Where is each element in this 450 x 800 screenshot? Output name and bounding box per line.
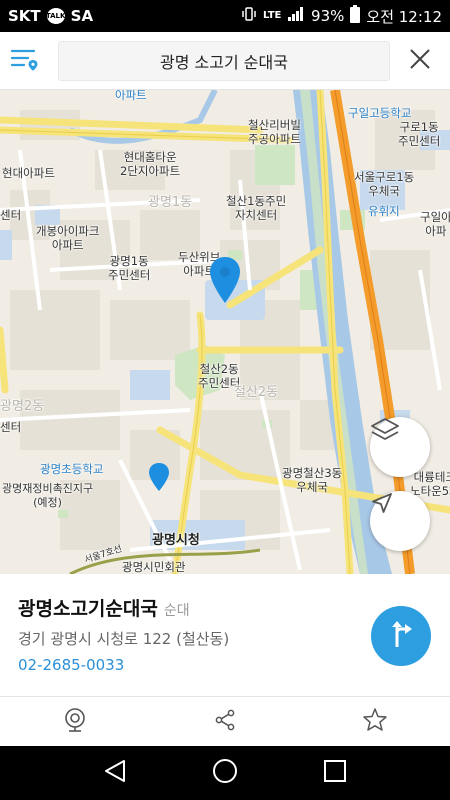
favorite-button[interactable] xyxy=(300,697,450,747)
kakaotalk-icon: TALK xyxy=(46,8,65,24)
map-label-gwangmyeong1-center: 광명1동 주민센터 xyxy=(108,254,151,282)
back-button[interactable] xyxy=(102,758,128,788)
search-input[interactable]: 광명 소고기 순대국 xyxy=(58,40,390,81)
place-info-panel[interactable]: 광명소고기순대국 순대 경기 광명시 시청로 122 (철산동) 02-2685-… xyxy=(0,574,450,696)
map-label-gwangmyeong-cityhall: 광명시청 xyxy=(152,533,200,548)
system-nav-bar xyxy=(0,746,450,800)
recent-square-icon xyxy=(324,760,347,782)
roadview-camera-icon xyxy=(62,707,88,737)
carrier-label: SKT xyxy=(8,7,41,25)
place-name-row: 광명소고기순대국 순대 xyxy=(18,594,190,621)
map-label-daeryung: 대륭테크 노타운5차 xyxy=(410,470,450,498)
my-location-button[interactable] xyxy=(370,491,430,551)
place-name: 광명소고기순대국 xyxy=(18,598,158,620)
action-bar xyxy=(0,696,450,746)
close-button[interactable] xyxy=(390,32,450,90)
battery-percent: 93% xyxy=(311,7,345,25)
map-label-cheolsan3-post: 광명철산3동 우체국 xyxy=(282,466,343,494)
share-icon xyxy=(213,708,237,736)
directions-button[interactable] xyxy=(371,606,431,666)
layers-button[interactable] xyxy=(370,417,430,477)
signal-icon xyxy=(287,6,305,26)
map-label-gaebong-apt: 개봉아이파크 아파트 xyxy=(36,224,100,252)
menu-button[interactable] xyxy=(0,32,50,90)
status-bar: SKT TALK SA LTE 93% 오전 12:12 xyxy=(0,0,450,32)
map-view[interactable]: 아파트 철산리버빌 주공아파트 구일고등학교 구로1동 주민센터 현대아파트 현… xyxy=(0,90,450,574)
map-pin-icon xyxy=(210,257,240,303)
map-label-yuhaeji: 유휘지 xyxy=(368,204,400,218)
map-label-gwangmyeong-elem: 광명초등학교 xyxy=(40,462,104,476)
map-label-center-left: 센터 xyxy=(0,208,22,222)
map-label-apt-top: 아파트 xyxy=(115,90,147,102)
roadview-button[interactable] xyxy=(0,697,150,747)
map-label-center-left2: 센터 xyxy=(0,420,22,434)
lte-icon: LTE xyxy=(263,6,282,26)
map-pin-small-icon xyxy=(149,463,169,491)
recent-apps-button[interactable] xyxy=(322,758,348,788)
clock: 오전 12:12 xyxy=(366,7,442,26)
star-icon xyxy=(362,707,388,737)
map-label-cheolsan2-dong: 철산2동 xyxy=(234,385,279,400)
map-label-gwangmyeong2-dong: 광명2동 xyxy=(0,399,45,414)
map-label-cityhall-annex: 광명시민회관 xyxy=(122,560,186,574)
place-category: 순대 xyxy=(163,603,190,619)
menu-location-icon xyxy=(10,47,40,75)
map-label-guil-apt: 구일아 아파 xyxy=(420,210,450,238)
map-label-hyundai-hometown: 현대홈타운 2단지아파트 xyxy=(120,150,181,178)
place-phone-link[interactable]: 02-2685-0033 xyxy=(18,656,124,674)
home-button[interactable] xyxy=(211,757,239,789)
place-address: 경기 광명시 시청로 122 (철산동) xyxy=(18,630,230,648)
battery-icon xyxy=(350,5,361,27)
map-label-guil-high: 구일고등학교 xyxy=(348,106,412,120)
sa-label: SA xyxy=(70,7,94,25)
map-label-gwangmyeong1-dong: 광명1동 xyxy=(148,195,193,210)
map-label-seoul-guro-post: 서울구로1동 우체국 xyxy=(354,170,415,198)
svg-text:LTE: LTE xyxy=(263,10,281,21)
home-circle-icon xyxy=(212,759,237,783)
map-label-cheolsan-rivervil: 철산리버빌 주공아파트 xyxy=(248,118,301,146)
top-bar: 광명 소고기 순대국 xyxy=(0,32,450,90)
vibrate-icon xyxy=(241,6,257,26)
map-label-hyundai-apt: 현대아파트 xyxy=(2,166,55,180)
share-button[interactable] xyxy=(150,697,300,747)
map-label-cheolsan1-center: 철산1동주민 자치센터 xyxy=(226,194,287,222)
map-label-guro1-center: 구로1동 주민센터 xyxy=(398,120,441,148)
close-icon xyxy=(408,47,432,75)
directions-icon xyxy=(387,619,415,653)
map-label-gwangmyeong-redev: 광명재정비촉진지구 (예정) xyxy=(2,482,94,509)
back-triangle-icon xyxy=(104,760,125,782)
